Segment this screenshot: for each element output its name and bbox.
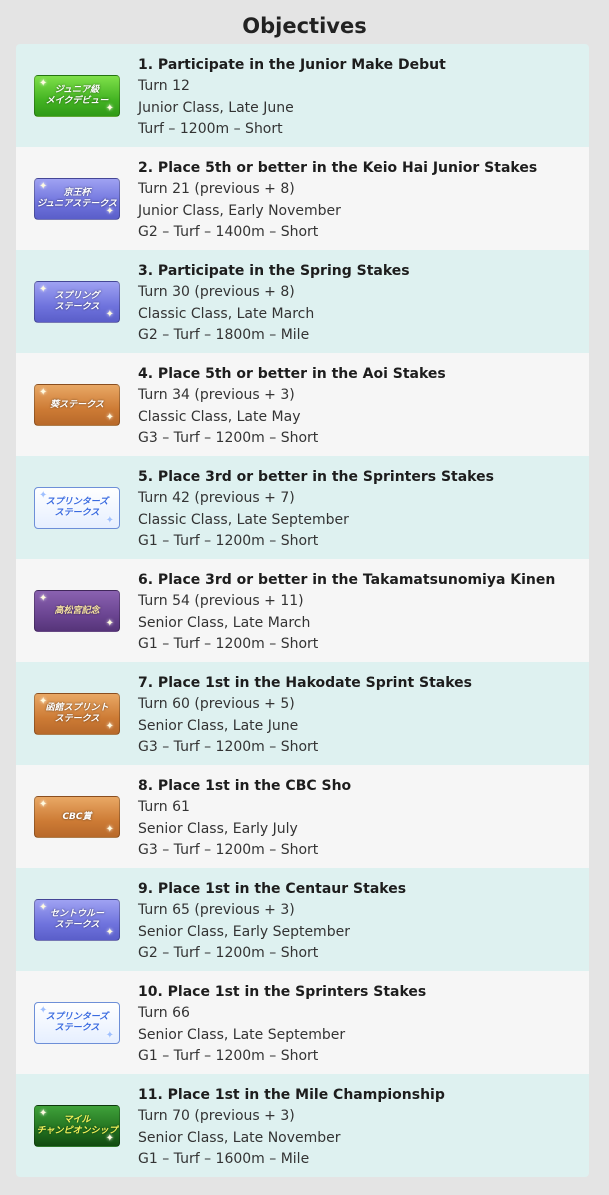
objective-timing: Senior Class, Late March [138, 614, 311, 631]
objective-row: ✦ ✦ CBC賞 8. Place 1st in the CBC Sho Turn … [16, 765, 589, 868]
objective-timing: Senior Class, Late November [138, 1129, 341, 1146]
objective-race-info: Turf – 1200m – Short [138, 120, 283, 137]
objective-row: ✦ ✦ スプリンターズ ステークス 5. Place 3rd or better i… [16, 456, 589, 559]
race-badge: ✦ ✦ マイル チャンピオンシップ [34, 1105, 120, 1147]
race-badge: ✦ ✦ 京王杯 ジュニアステークス [34, 178, 120, 220]
objective-turn: Turn 42 (previous + 7) [138, 490, 295, 507]
race-badge: ✦ ✦ CBC賞 [34, 796, 120, 838]
race-badge-label: CBC賞 [62, 811, 92, 822]
race-badge: ✦ ✦ スプリンターズ ステークス [34, 487, 120, 529]
objective-turn: Turn 21 (previous + 8) [138, 181, 295, 198]
objective-race-info: G3 – Turf – 1200m – Short [138, 429, 319, 446]
objective-race-info: G2 – Turf – 1800m – Mile [138, 326, 310, 343]
objective-row: ✦ ✦ スプリング ステークス 3. Participate in the Spri… [16, 250, 589, 353]
objective-heading: 7. Place 1st in the Hakodate Sprint Stak… [138, 675, 472, 691]
objective-race-info: G1 – Turf – 1200m – Short [138, 635, 319, 652]
objective-turn: Turn 61 [138, 799, 190, 816]
objective-turn: Turn 30 (previous + 8) [138, 284, 295, 301]
objective-timing: Junior Class, Early November [138, 202, 341, 219]
sparkle-icon: ✦ [39, 284, 48, 295]
race-badge: ✦ ✦ ジュニア級 メイクデビュー [34, 75, 120, 117]
race-badge: ✦ ✦ 葵ステークス [34, 384, 120, 426]
sparkle-icon: ✦ [39, 593, 48, 604]
objective-turn: Turn 60 (previous + 5) [138, 696, 295, 713]
race-badge: ✦ ✦ スプリング ステークス [34, 281, 120, 323]
objective-timing: Senior Class, Late June [138, 717, 299, 734]
objective-turn: Turn 54 (previous + 11) [138, 593, 304, 610]
race-badge: ✦ ✦ セントウルー ステークス [34, 899, 120, 941]
objective-race-info: G1 – Turf – 1600m – Mile [138, 1150, 310, 1167]
objective-row: ✦ ✦ 京王杯 ジュニアステークス 2. Place 5th or better i… [16, 147, 589, 250]
sparkle-icon: ✦ [105, 824, 114, 835]
sparkle-icon: ✦ [39, 799, 48, 810]
race-badge-label: マイル チャンピオンシップ [36, 1115, 118, 1136]
objective-heading: 4. Place 5th or better in the Aoi Stakes [138, 366, 446, 382]
sparkle-icon: ✦ [105, 927, 114, 938]
sparkle-icon: ✦ [105, 309, 114, 320]
objective-race-info: G2 – Turf – 1400m – Short [138, 223, 319, 240]
objective-row: ✦ ✦ ジュニア級 メイクデビュー 1. Participate in the Ju… [16, 44, 589, 147]
objective-heading: 2. Place 5th or better in the Keio Hai J… [138, 160, 538, 176]
objective-heading: 8. Place 1st in the CBC Sho [138, 778, 352, 794]
objective-turn: Turn 12 [138, 78, 190, 95]
objective-race-info: G3 – Turf – 1200m – Short [138, 841, 319, 858]
sparkle-icon: ✦ [105, 412, 114, 423]
objective-heading: 10. Place 1st in the Sprinters Stakes [138, 984, 427, 1000]
objective-turn: Turn 65 (previous + 3) [138, 902, 295, 919]
sparkle-icon: ✦ [105, 618, 114, 629]
sparkle-icon: ✦ [39, 902, 48, 913]
objective-row: ✦ ✦ マイル チャンピオンシップ 11. Place 1st in the Mil… [16, 1074, 589, 1177]
race-badge-label: 高松宮記念 [54, 605, 100, 616]
race-badge-label: 京王杯 ジュニアステークス [36, 188, 118, 209]
objective-timing: Classic Class, Late March [138, 305, 315, 322]
objective-timing: Junior Class, Late June [138, 99, 294, 116]
objective-row: ✦ ✦ 高松宮記念 6. Place 3rd or better in the Ta… [16, 559, 589, 662]
objective-race-info: G3 – Turf – 1200m – Short [138, 738, 319, 755]
race-badge-label: スプリング ステークス [54, 291, 100, 312]
objective-race-info: G2 – Turf – 1200m – Short [138, 944, 319, 961]
race-badge-label: 葵ステークス [50, 399, 104, 410]
race-badge-label: スプリンターズ ステークス [45, 1012, 109, 1033]
objective-row: ✦ ✦ 葵ステークス 4. Place 5th or better in the A… [16, 353, 589, 456]
objective-row: ✦ ✦ スプリンターズ ステークス 10. Place 1st in the Spr… [16, 971, 589, 1074]
race-badge: ✦ ✦ 高松宮記念 [34, 590, 120, 632]
objective-timing: Senior Class, Early September [138, 923, 350, 940]
objective-timing: Senior Class, Late September [138, 1026, 346, 1043]
race-badge-label: スプリンターズ ステークス [45, 497, 109, 518]
objective-heading: 3. Participate in the Spring Stakes [138, 263, 410, 279]
objective-heading: 9. Place 1st in the Centaur Stakes [138, 881, 407, 897]
sparkle-icon: ✦ [39, 387, 48, 398]
objective-race-info: G1 – Turf – 1200m – Short [138, 532, 319, 549]
race-badge-label: セントウルー ステークス [49, 909, 104, 930]
objective-row: ✦ ✦ 函館スプリント ステークス 7. Place 1st in the Hako… [16, 662, 589, 765]
objectives-list: ✦ ✦ ジュニア級 メイクデビュー 1. Participate in the Ju… [16, 44, 589, 1177]
objective-timing: Senior Class, Early July [138, 820, 298, 837]
objective-timing: Classic Class, Late May [138, 408, 301, 425]
race-badge: ✦ ✦ 函館スプリント ステークス [34, 693, 120, 735]
objective-heading: 6. Place 3rd or better in the Takamatsun… [138, 572, 556, 588]
race-badge-label: ジュニア級 メイクデビュー [45, 85, 109, 106]
objective-turn: Turn 66 [138, 1005, 190, 1022]
objective-heading: 11. Place 1st in the Mile Championship [138, 1087, 445, 1103]
objective-turn: Turn 34 (previous + 3) [138, 387, 295, 404]
race-badge-label: 函館スプリント ステークス [45, 703, 109, 724]
objective-heading: 5. Place 3rd or better in the Sprinters … [138, 469, 494, 485]
objective-timing: Classic Class, Late September [138, 511, 349, 528]
race-badge: ✦ ✦ スプリンターズ ステークス [34, 1002, 120, 1044]
objective-row: ✦ ✦ セントウルー ステークス 9. Place 1st in the Centa… [16, 868, 589, 971]
page-title: Objectives [242, 14, 367, 38]
objective-heading: 1. Participate in the Junior Make Debut [138, 57, 446, 73]
objective-race-info: G1 – Turf – 1200m – Short [138, 1047, 319, 1064]
objective-turn: Turn 70 (previous + 3) [138, 1108, 295, 1125]
